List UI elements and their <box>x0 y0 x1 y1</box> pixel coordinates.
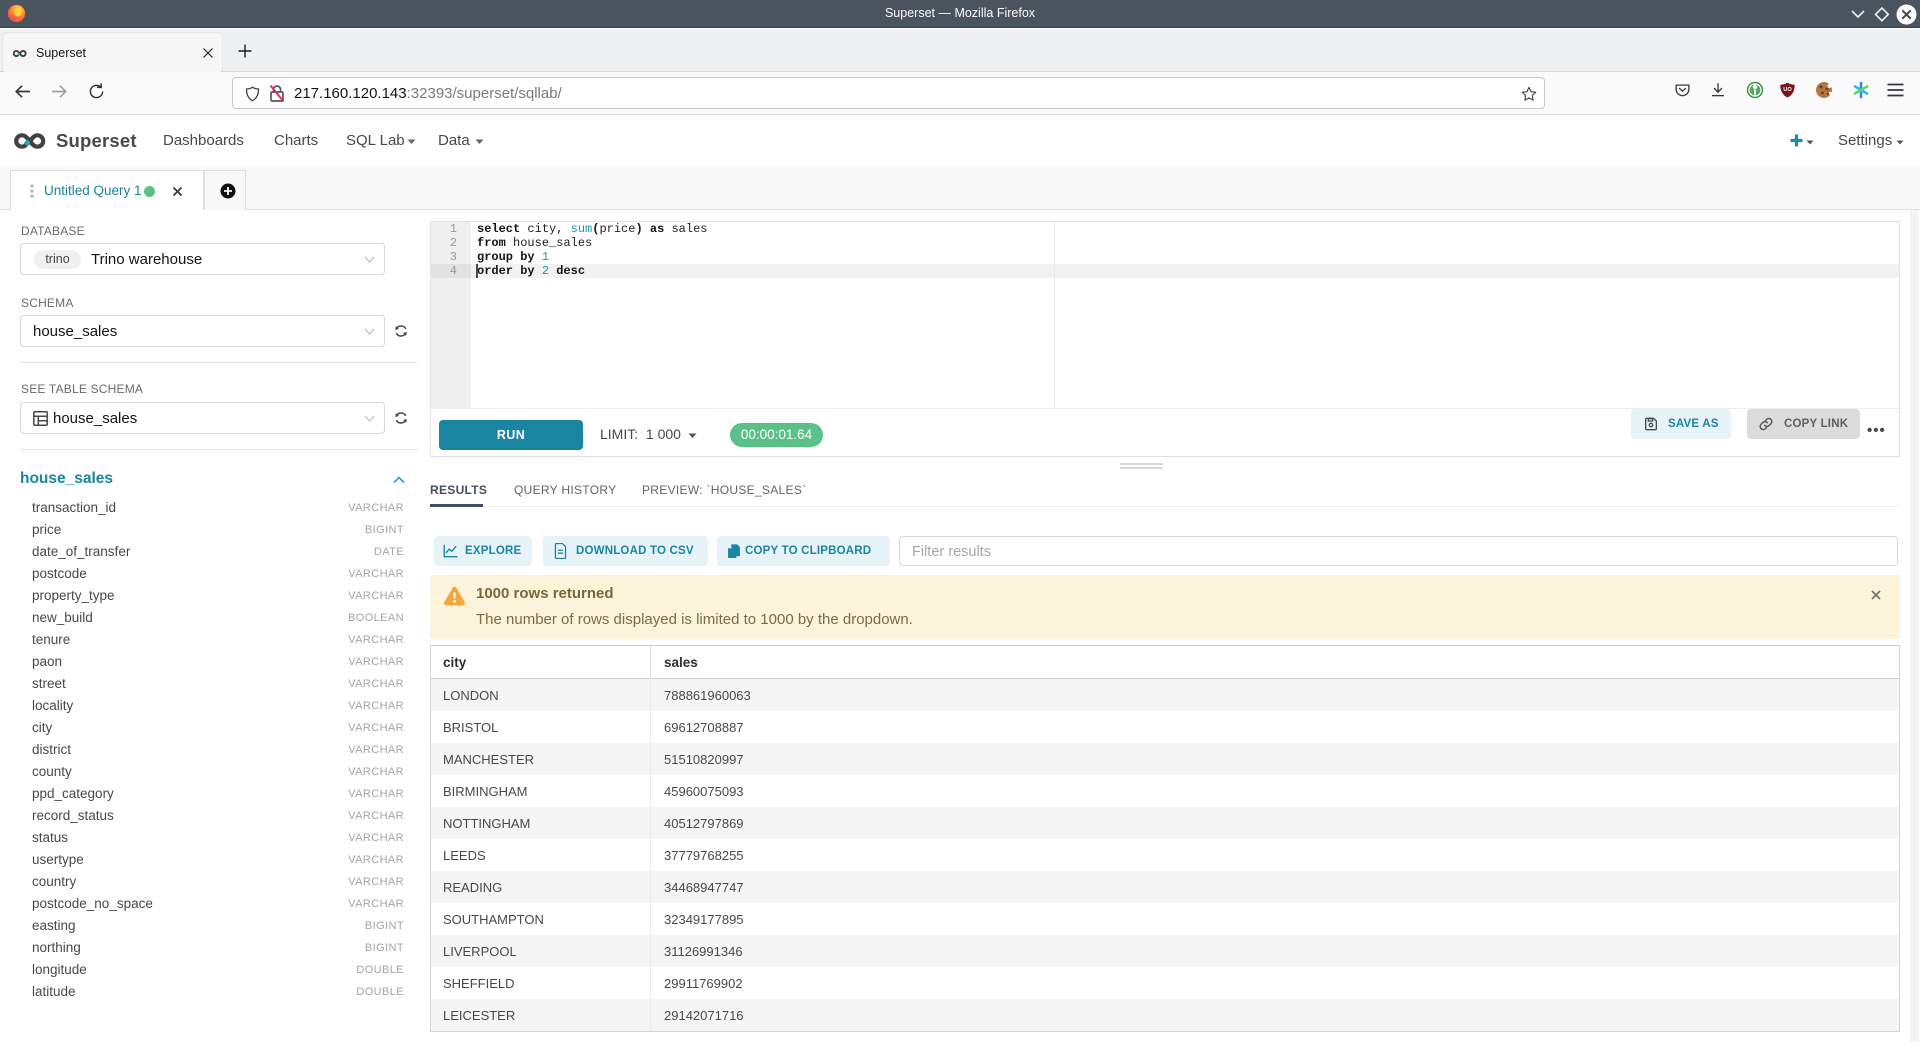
svg-text:UO: UO <box>1783 87 1792 93</box>
